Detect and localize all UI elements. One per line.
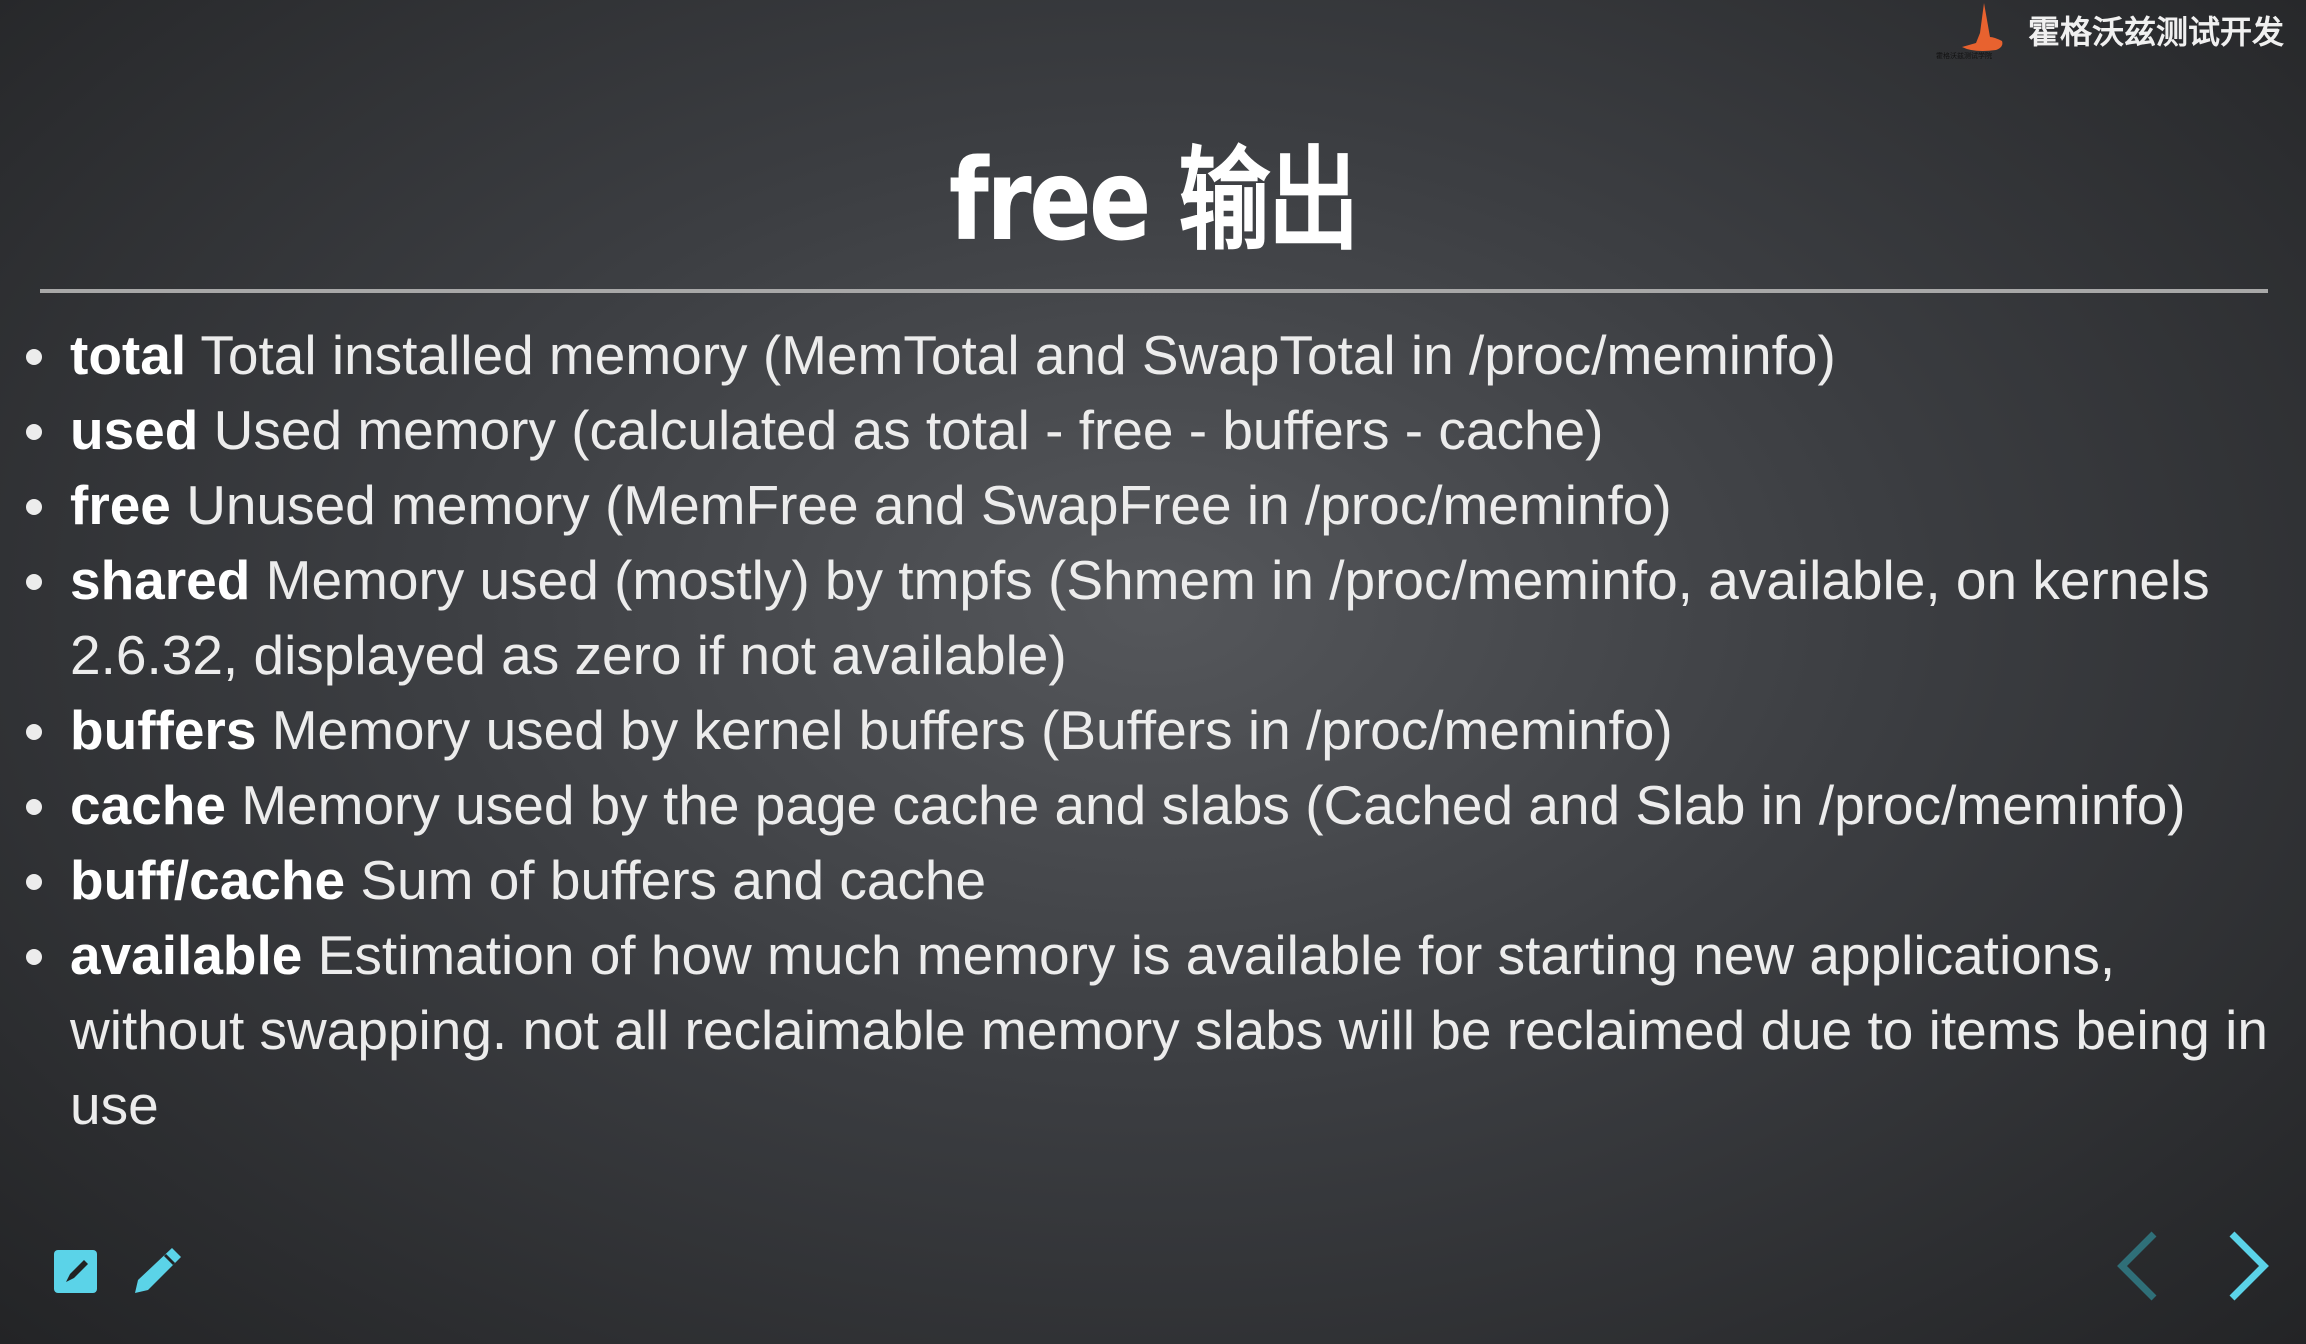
previous-slide-button[interactable] [2114,1230,2160,1307]
term: buffers [70,699,257,761]
term: available [70,924,303,986]
description: Memory used by the page cache and slabs … [241,774,2186,836]
list-item: available Estimation of how much memory … [20,918,2270,1143]
list-item: buffers Memory used by kernel buffers (B… [20,693,2270,768]
divider [40,289,2268,293]
term: total [70,324,187,386]
term: free [70,474,171,536]
list-item: shared Memory used (mostly) by tmpfs (Sh… [20,543,2270,693]
description: Memory used (mostly) by tmpfs (Shmem in … [70,549,2210,686]
term: shared [70,549,251,611]
definition-list: total Total installed memory (MemTotal a… [20,318,2270,1143]
description: Estimation of how much memory is availab… [70,924,2268,1136]
chevron-right-icon [2229,1231,2269,1301]
description: Total installed memory (MemTotal and Swa… [200,324,1836,386]
wizard-hat-icon: 霍格沃兹测试学院 [1936,2,2014,60]
next-slide-button[interactable] [2226,1230,2272,1307]
edit-note-icon [54,1250,97,1293]
description: Sum of buffers and cache [360,849,987,911]
term: used [70,399,199,461]
description: Used memory (calculated as total - free … [213,399,1604,461]
pencil-icon [135,1248,181,1293]
chevron-left-icon [2117,1231,2157,1301]
term: cache [70,774,226,836]
list-item: free Unused memory (MemFree and SwapFree… [20,468,2270,543]
term: buff/cache [70,849,346,911]
list-item: buff/cache Sum of buffers and cache [20,843,2270,918]
pencil-button[interactable] [132,1245,184,1302]
slide-title: free 输出 [948,136,1360,266]
edit-note-button[interactable] [54,1250,98,1299]
list-item: used Used memory (calculated as total - … [20,393,2270,468]
list-item: cache Memory used by the page cache and … [20,768,2270,843]
list-item: total Total installed memory (MemTotal a… [20,318,2270,393]
brand-logo: 霍格沃兹测试学院 霍格沃兹测试开发 [1936,0,2284,60]
description: Unused memory (MemFree and SwapFree in /… [186,474,1672,536]
brand-name: 霍格沃兹测试开发 [2027,13,2284,51]
description: Memory used by kernel buffers (Buffers i… [271,699,1673,761]
